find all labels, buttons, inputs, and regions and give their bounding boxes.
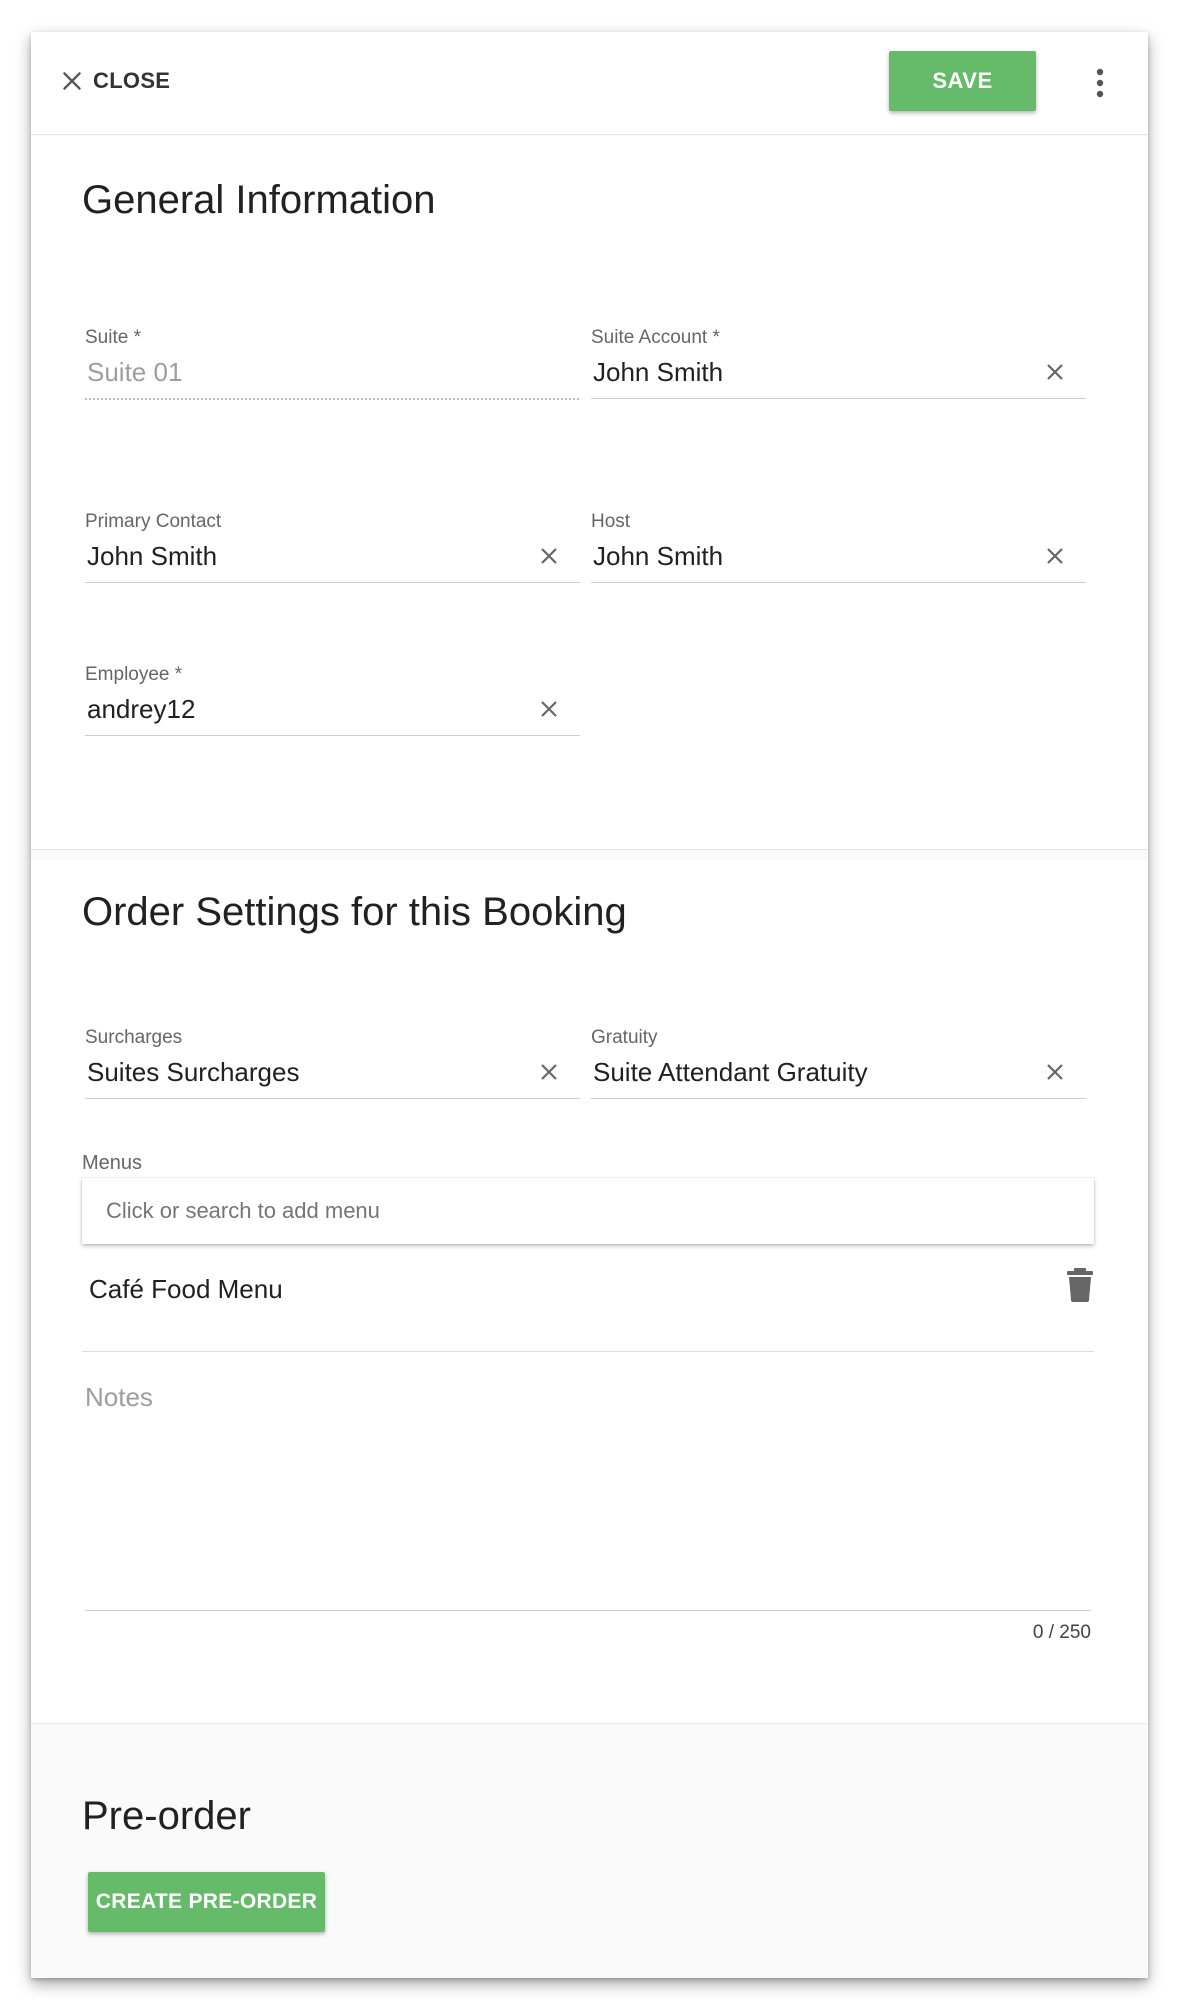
general-information-title: General Information	[82, 178, 436, 222]
suite-underline	[85, 398, 579, 400]
surcharges-label: Surcharges	[85, 1027, 183, 1048]
employee-underline	[85, 735, 580, 736]
host-underline	[591, 582, 1086, 583]
primary-contact-value: John Smith	[87, 541, 218, 571]
clear-icon	[1047, 548, 1063, 564]
host-field[interactable]: Host John Smith	[588, 511, 1086, 591]
suite-value: Suite 01	[87, 357, 183, 387]
primary-contact-label: Primary Contact	[85, 511, 222, 532]
suite-account-value: John Smith	[593, 357, 724, 387]
suite-field[interactable]: Suite * Suite 01	[82, 327, 579, 407]
notes-underline	[85, 1610, 1091, 1611]
notes-field[interactable]	[85, 1372, 1091, 1612]
clear-icon	[1047, 364, 1063, 380]
order-settings-title: Order Settings for this Booking	[82, 890, 627, 934]
suite-account-label: Suite Account *	[591, 327, 720, 348]
booking-dialog: CLOSE SAVE General Information Suite * S…	[31, 32, 1148, 1978]
close-icon	[63, 72, 81, 90]
suite-label: Suite *	[85, 327, 141, 348]
menu-item-label: Café Food Menu	[89, 1274, 283, 1304]
host-label: Host	[591, 511, 631, 532]
create-preorder-button[interactable]: CREATE PRE-ORDER	[88, 1872, 325, 1932]
suite-account-clear-button[interactable]	[1042, 359, 1068, 385]
notes-textarea[interactable]	[85, 1372, 1091, 1610]
gratuity-clear-button[interactable]	[1042, 1059, 1068, 1085]
gratuity-underline	[591, 1098, 1086, 1099]
menu-list-item: Café Food Menu	[82, 1244, 1094, 1352]
host-clear-button[interactable]	[1042, 543, 1068, 569]
employee-clear-button[interactable]	[536, 696, 562, 722]
primary-contact-clear-button[interactable]	[536, 543, 562, 569]
notes-character-counter: 0 / 250	[1032, 1622, 1091, 1643]
primary-contact-field[interactable]: Primary Contact John Smith	[82, 511, 580, 591]
host-value: John Smith	[593, 541, 724, 571]
clear-icon	[541, 701, 557, 717]
employee-field[interactable]: Employee * andrey12	[82, 664, 580, 744]
primary-contact-underline	[85, 582, 580, 583]
employee-value: andrey12	[87, 694, 196, 724]
menu-search-input[interactable]	[82, 1178, 1094, 1244]
surcharges-field[interactable]: Surcharges Suites Surcharges	[82, 1027, 580, 1107]
surcharges-underline	[85, 1098, 580, 1099]
gratuity-value: Suite Attendant Gratuity	[593, 1057, 868, 1087]
close-label: CLOSE	[93, 68, 171, 93]
surcharges-value: Suites Surcharges	[87, 1057, 300, 1087]
general-information-section: General Information Suite * Suite 01 Sui…	[31, 136, 1148, 850]
employee-label: Employee *	[85, 664, 183, 685]
delete-icon[interactable]	[1066, 1268, 1094, 1302]
suite-account-underline	[591, 398, 1086, 399]
surcharges-clear-button[interactable]	[536, 1059, 562, 1085]
top-toolbar: CLOSE SAVE	[31, 32, 1148, 135]
suite-account-field[interactable]: Suite Account * John Smith	[588, 327, 1086, 407]
more-vert-icon	[1096, 68, 1104, 98]
gratuity-label: Gratuity	[591, 1027, 658, 1048]
more-options-button[interactable]	[1090, 66, 1110, 100]
preorder-title: Pre-order	[82, 1794, 251, 1838]
clear-icon	[541, 1064, 557, 1080]
menus-label: Menus	[82, 1152, 143, 1174]
save-button[interactable]: SAVE	[889, 51, 1036, 111]
clear-icon	[1047, 1064, 1063, 1080]
close-button[interactable]: CLOSE	[59, 64, 170, 98]
gratuity-field[interactable]: Gratuity Suite Attendant Gratuity	[588, 1027, 1086, 1107]
preorder-section: Pre-order	[31, 1732, 1148, 1978]
clear-icon	[541, 548, 557, 564]
